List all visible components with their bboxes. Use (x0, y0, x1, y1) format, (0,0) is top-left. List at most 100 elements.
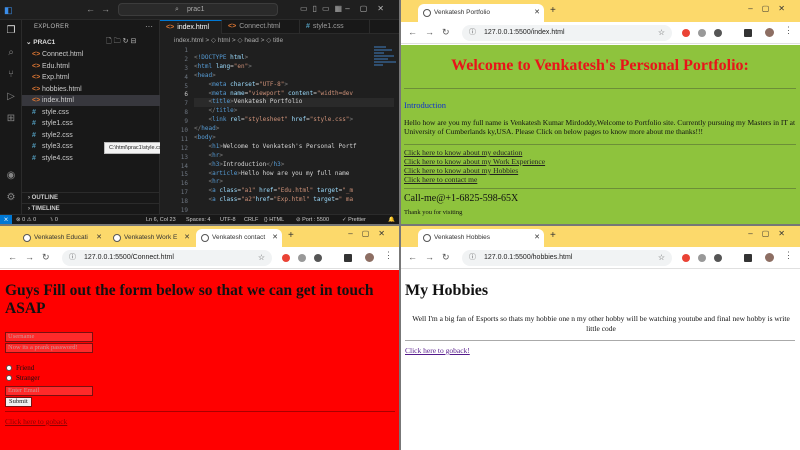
extension-icon[interactable] (698, 29, 706, 37)
file-item[interactable]: # style.css (22, 107, 160, 118)
close-tab-icon[interactable]: ✕ (184, 229, 190, 247)
window-controls[interactable]: –▢✕ (348, 229, 394, 238)
nav-buttons-icon[interactable]: ←→↻ (408, 27, 458, 38)
extension-icon[interactable] (698, 254, 706, 262)
intro-text: Hello how are you my full name is Venkat… (404, 118, 796, 136)
close-tab-icon[interactable]: ✕ (96, 229, 102, 247)
nav-buttons-icon[interactable]: ←→↻ (8, 252, 58, 263)
profile-avatar[interactable] (364, 252, 375, 263)
vscode-logo-icon[interactable]: ◧ (4, 5, 16, 15)
radio-friend[interactable]: Friend (6, 364, 34, 373)
nav-buttons-icon[interactable]: ←→↻ (408, 252, 458, 263)
radio-icon[interactable] (6, 365, 12, 372)
close-tab-icon[interactable]: ✕ (534, 229, 540, 247)
goback-link[interactable]: Click here to goback! (405, 346, 470, 355)
source-control-icon[interactable]: ⑂ (5, 69, 17, 81)
file-item[interactable]: # style4.css (22, 153, 160, 164)
link-hobbies[interactable]: Click here to know about my Hobbies (404, 166, 518, 175)
file-item[interactable]: # style1.css (22, 118, 160, 129)
tab-title: Venkatesh Work E (124, 234, 178, 241)
menu-icon[interactable]: ⋮ (384, 250, 393, 261)
account-icon[interactable]: ◉ (5, 170, 17, 182)
extensions-icon[interactable]: ⊞ (5, 113, 17, 125)
password-input[interactable]: Now its a prank password! (5, 343, 93, 353)
settings-gear-icon[interactable]: ⚙ (5, 192, 17, 204)
breadcrumb[interactable]: index.html > ◇ html > ◇ head > ◇ title (174, 36, 283, 44)
sidepanel-icon[interactable] (344, 254, 352, 262)
tab-connect-html[interactable]: <> Connect.html (222, 20, 300, 34)
run-debug-icon[interactable]: ▷ (5, 91, 17, 103)
favicon-icon (113, 234, 121, 242)
email-input[interactable]: Enter Email (5, 386, 93, 396)
window-controls[interactable]: –▢✕ (345, 4, 394, 13)
address-bar[interactable]: ⓘ 127.0.0.1:5500/index.html ☆ (462, 25, 672, 41)
more-icon[interactable]: ··· (145, 22, 153, 31)
code-text[interactable]: <!DOCTYPE html> <html lang="en"> <head> <m… (194, 47, 394, 219)
outline-section[interactable]: › OUTLINE (22, 192, 160, 203)
site-info-icon[interactable]: ⓘ (69, 250, 76, 266)
extensions-puzzle-icon[interactable] (714, 29, 722, 37)
new-tab-icon[interactable]: + (550, 5, 556, 16)
extension-icon[interactable] (298, 254, 306, 262)
timeline-section[interactable]: › TIMELINE (22, 203, 160, 214)
link-education[interactable]: Click here to know about my education (404, 148, 522, 157)
radio-icon[interactable] (6, 375, 12, 382)
browser-toolbar: ←→↻ ⓘ 127.0.0.1:5500/Connect.html ☆ ⋮ (0, 247, 400, 269)
window-controls[interactable]: –▢✕ (748, 4, 794, 13)
new-tab-icon[interactable]: + (550, 230, 556, 241)
address-bar[interactable]: ⓘ 127.0.0.1:5500/hobbies.html ☆ (462, 250, 672, 266)
bookmark-star-icon[interactable]: ☆ (658, 25, 665, 41)
extensions-puzzle-icon[interactable] (714, 254, 722, 262)
extension-icon[interactable] (682, 29, 690, 37)
extension-icon[interactable] (282, 254, 290, 262)
intro-heading: Introduction (404, 100, 447, 110)
file-item[interactable]: <> Edu.html (22, 61, 160, 72)
search-icon[interactable]: ⌕ (5, 47, 17, 59)
close-tab-icon[interactable]: ✕ (534, 4, 540, 22)
layout-icons[interactable]: ▭▯▭▦ (300, 4, 347, 13)
editor-area[interactable]: <> index.html <> Connect.html # style1.css … (160, 20, 400, 214)
favicon-icon (23, 234, 31, 242)
sidepanel-icon[interactable] (744, 254, 752, 262)
nav-arrows-icon[interactable]: ←→ (86, 4, 116, 14)
menu-icon[interactable]: ⋮ (784, 250, 793, 261)
tab-index-html[interactable]: <> index.html (160, 20, 222, 34)
file-item[interactable]: <> Connect.html (22, 49, 160, 60)
file-item[interactable]: <> Exp.html (22, 72, 160, 83)
command-center-search[interactable]: ⌕ prac1 (118, 3, 278, 16)
tab-title: Venkatesh Hobbies (434, 234, 491, 241)
minimap[interactable] (374, 46, 396, 76)
goback-link[interactable]: Click here to goback (5, 417, 67, 426)
extension-icon[interactable] (682, 254, 690, 262)
explorer-icon[interactable]: ❐ (5, 25, 17, 37)
url-text: 127.0.0.1:5500/Connect.html (84, 254, 174, 261)
profile-avatar[interactable] (764, 27, 775, 38)
window-controls[interactable]: –▢✕ (748, 229, 794, 238)
link-contact[interactable]: Click here to contact me (404, 175, 477, 184)
profile-avatar[interactable] (764, 252, 775, 263)
username-input[interactable]: Username (5, 332, 93, 342)
link-work-experience[interactable]: Click here to know about my Work Experie… (404, 157, 545, 166)
menu-icon[interactable]: ⋮ (784, 25, 793, 36)
tab-portfolio[interactable]: Venkatesh Portfolio ✕ (418, 4, 544, 22)
explorer-actions[interactable]: 🗋🗀↻⊟ (106, 37, 138, 48)
extensions-puzzle-icon[interactable] (314, 254, 322, 262)
close-tab-icon[interactable]: ✕ (272, 229, 278, 247)
file-item[interactable]: # style2.css (22, 130, 160, 141)
tab-work[interactable]: Venkatesh Work E ✕ (108, 229, 194, 247)
tab-hobbies[interactable]: Venkatesh Hobbies ✕ (418, 229, 544, 247)
file-item[interactable]: <> hobbies.html (22, 84, 160, 95)
bookmark-star-icon[interactable]: ☆ (658, 250, 665, 266)
new-tab-icon[interactable]: + (288, 230, 294, 241)
tab-style1-css[interactable]: # style1.css (300, 20, 370, 34)
sidepanel-icon[interactable] (744, 29, 752, 37)
radio-stranger[interactable]: Stranger (6, 374, 40, 383)
tab-education[interactable]: Venkatesh Educati ✕ (18, 229, 106, 247)
tab-contact[interactable]: Venkatesh contact ✕ (196, 229, 282, 247)
address-bar[interactable]: ⓘ 127.0.0.1:5500/Connect.html ☆ (62, 250, 272, 266)
site-info-icon[interactable]: ⓘ (469, 25, 476, 41)
bookmark-star-icon[interactable]: ☆ (258, 250, 265, 266)
file-item[interactable]: <> index.html (22, 95, 160, 106)
submit-button[interactable]: Submit (5, 397, 32, 407)
site-info-icon[interactable]: ⓘ (469, 250, 476, 266)
